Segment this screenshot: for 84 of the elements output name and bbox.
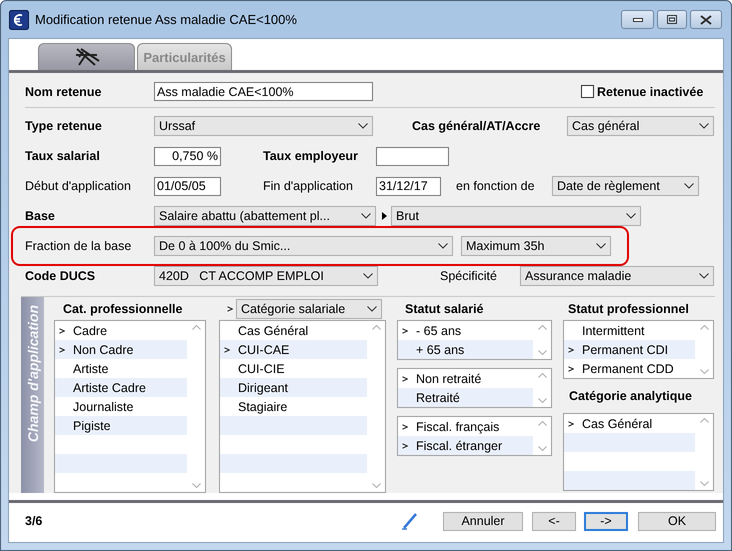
rate-field[interactable] bbox=[376, 146, 449, 166]
list-item[interactable]: + 65 ans bbox=[398, 340, 533, 359]
checkbox[interactable] bbox=[581, 85, 594, 98]
scroll-up-icon[interactable] bbox=[538, 421, 546, 426]
column-heading: Catégorie analytique bbox=[569, 389, 692, 403]
field-label: Taux employeur bbox=[263, 149, 359, 163]
chevron-icon bbox=[402, 376, 408, 382]
column-heading: Statut professionnel bbox=[568, 302, 689, 316]
list-item[interactable]: Fiscal. étranger bbox=[398, 436, 533, 455]
tab[interactable] bbox=[38, 43, 135, 70]
chevron-icon bbox=[224, 346, 230, 352]
dropdown[interactable]: Maximum 35h bbox=[461, 236, 611, 256]
minimize-button[interactable] bbox=[621, 10, 654, 29]
field-label: Fin d'application bbox=[263, 179, 354, 193]
scroll-down-icon[interactable] bbox=[538, 398, 546, 403]
chevron-icon bbox=[402, 424, 408, 430]
window-title: Modification retenue Ass maladie CAE<100% bbox=[35, 12, 298, 27]
list-item[interactable]: Non Cadre bbox=[55, 340, 187, 359]
name-field[interactable]: Ass maladie CAE<100% bbox=[154, 82, 373, 101]
date-field[interactable]: 01/05/05 bbox=[154, 176, 221, 196]
dialog-button[interactable]: <- bbox=[532, 512, 576, 530]
field-label: Type retenue bbox=[25, 119, 103, 133]
field-label: Taux salarial bbox=[25, 149, 101, 163]
triangle-icon bbox=[382, 212, 387, 220]
chevron-icon bbox=[59, 328, 65, 334]
dropdown[interactable]: Salaire abattu (abattement pl... bbox=[154, 206, 376, 226]
field-label: en fonction de bbox=[456, 179, 536, 193]
dialog-button[interactable]: -> bbox=[584, 512, 628, 530]
field-label: Base bbox=[25, 209, 56, 223]
pencil-icon[interactable] bbox=[401, 512, 419, 530]
list-item[interactable]: Permanent CDI bbox=[564, 340, 695, 359]
maximize-button[interactable] bbox=[657, 10, 687, 29]
field-label: Fraction de la base bbox=[25, 239, 132, 253]
list-item[interactable]: Pigiste bbox=[55, 416, 187, 435]
panel-title: Champ d'application bbox=[24, 305, 40, 442]
dropdown[interactable]: Date de règlement bbox=[552, 176, 699, 196]
page-counter: 3/6 bbox=[25, 514, 42, 528]
list-item[interactable]: Retraité bbox=[398, 388, 533, 407]
scroll-down-icon[interactable] bbox=[538, 446, 546, 451]
list-item[interactable]: CUI-CAE bbox=[220, 340, 367, 359]
dropdown[interactable]: Urssaf bbox=[154, 116, 373, 136]
field-label: Code DUCS bbox=[25, 269, 96, 283]
scroll-down-icon[interactable] bbox=[700, 481, 708, 486]
chevron-icon bbox=[568, 366, 574, 372]
close-button[interactable] bbox=[690, 10, 722, 29]
field-label: Cas général/AT/Accre bbox=[412, 119, 542, 133]
scroll-down-icon[interactable] bbox=[538, 350, 546, 355]
dialog-button[interactable]: Annuler bbox=[443, 512, 523, 530]
close-icon bbox=[700, 14, 712, 24]
scroll-up-icon[interactable] bbox=[372, 325, 380, 330]
list-item[interactable]: Artiste Cadre bbox=[55, 378, 187, 397]
dropdown[interactable]: Brut bbox=[391, 206, 641, 226]
dropdown[interactable]: Cas général bbox=[567, 116, 714, 136]
chevron-icon bbox=[402, 328, 408, 334]
scroll-up-icon[interactable] bbox=[538, 325, 546, 330]
chevron-icon bbox=[568, 420, 574, 426]
maximize-icon bbox=[667, 15, 677, 24]
minimize-icon bbox=[632, 18, 642, 22]
chevron-icon bbox=[227, 306, 233, 312]
list-item[interactable]: Dirigeant bbox=[220, 378, 367, 397]
app-icon bbox=[9, 10, 29, 30]
field-label: Nom retenue bbox=[25, 84, 102, 98]
scroll-down-icon[interactable] bbox=[372, 483, 380, 488]
dropdown[interactable]: De 0 à 100% du Smic... bbox=[154, 236, 453, 256]
chevron-icon bbox=[59, 346, 65, 352]
column-heading: Statut salarié bbox=[405, 302, 484, 316]
chevron-icon bbox=[402, 442, 408, 448]
scroll-up-icon[interactable] bbox=[700, 325, 708, 330]
scroll-up-icon[interactable] bbox=[538, 373, 546, 378]
checkbox-label: Retenue inactivée bbox=[597, 84, 704, 98]
dropdown[interactable]: Catégorie salariale bbox=[236, 298, 382, 318]
dropdown[interactable]: Assurance maladie bbox=[520, 266, 714, 286]
scroll-up-icon[interactable] bbox=[700, 418, 708, 423]
scroll-down-icon[interactable] bbox=[192, 483, 200, 488]
dialog-button[interactable]: OK bbox=[638, 512, 716, 530]
date-field[interactable]: 31/12/17 bbox=[376, 176, 441, 196]
scroll-up-icon[interactable] bbox=[192, 325, 200, 330]
dropdown[interactable]: 420D CT ACCOMP EMPLOI bbox=[154, 266, 378, 286]
scroll-down-icon[interactable] bbox=[700, 369, 708, 374]
field-label: Spécificité bbox=[440, 269, 498, 283]
column-heading: Cat. professionnelle bbox=[63, 302, 182, 316]
rate-field[interactable]: 0,750 % bbox=[154, 146, 221, 166]
field-label: Début d'application bbox=[25, 179, 132, 193]
chevron-icon bbox=[568, 346, 574, 352]
